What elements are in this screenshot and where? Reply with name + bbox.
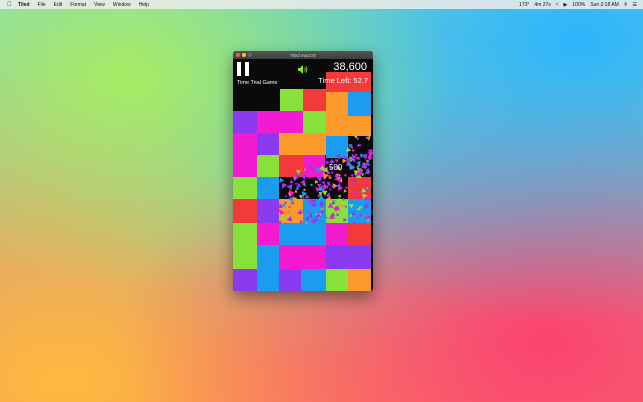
battery-status[interactable]: 100% <box>572 2 585 8</box>
shard-particle <box>351 211 357 216</box>
shard-particle <box>352 191 357 196</box>
shard-particle <box>350 174 354 178</box>
shard-particle <box>307 210 311 213</box>
shard-particle <box>307 199 312 205</box>
shard-particle <box>300 174 307 180</box>
volume-icon[interactable]: ▶ <box>564 2 568 8</box>
game-board[interactable]: 38,600 Time Left: 52.7 Time Trial Game 5… <box>233 59 373 291</box>
close-button[interactable] <box>236 53 240 57</box>
spotlight-icon[interactable]: ⚲ <box>624 2 628 8</box>
window-title: Tiled macOS <box>290 52 316 58</box>
shard-particle <box>304 194 310 199</box>
shard-particle <box>339 203 345 209</box>
shard-particle <box>359 212 363 217</box>
timer-status[interactable]: 4m 27s <box>534 2 550 8</box>
shard-particle <box>336 182 342 188</box>
shard-particle <box>351 184 355 188</box>
shard-particle <box>292 216 298 221</box>
app-menu[interactable]: Tiled <box>18 2 30 8</box>
shard-particle <box>322 214 328 219</box>
shard-particle <box>348 204 354 209</box>
shard-particle <box>342 197 346 201</box>
shard-particle <box>298 195 303 199</box>
points-popup: 500 <box>329 163 343 172</box>
shard-particle <box>361 187 367 193</box>
shard-particle <box>348 143 354 149</box>
notification-center-icon[interactable]: ☰ <box>633 2 637 8</box>
shard-particle <box>276 221 282 226</box>
shard-particle <box>289 179 294 184</box>
shard-particle <box>335 212 339 217</box>
shard-particle <box>314 179 319 184</box>
menu-view[interactable]: View <box>94 2 105 8</box>
shard-particle <box>279 214 286 221</box>
shard-particle <box>311 166 317 173</box>
status-area: 173° 4m 27s ≈ ▶ 100% Sun 2:18 AM ⚲ ☰ <box>514 0 637 9</box>
game-window: Tiled macOS 38,600 Time Left: 52.7 Time … <box>233 51 373 291</box>
title-bar[interactable]: Tiled macOS <box>233 51 373 59</box>
shard-particle <box>361 173 365 177</box>
shard-particle <box>279 177 285 183</box>
shard-particle <box>356 137 360 141</box>
menu-format[interactable]: Format <box>70 2 86 8</box>
shard-particle <box>337 194 341 198</box>
shard-particle <box>311 199 317 204</box>
shard-particle <box>350 178 354 182</box>
menu-bar:  Tiled File Edit Format View Window Hel… <box>0 0 643 9</box>
shard-particle <box>286 216 293 222</box>
shard-particle <box>302 196 305 200</box>
shard-particle <box>368 197 371 201</box>
menu-help[interactable]: Help <box>139 2 149 8</box>
temperature-status[interactable]: 173° <box>519 2 529 8</box>
shard-particle <box>344 205 347 208</box>
shard-particle <box>343 189 347 193</box>
shard-particle <box>304 205 311 211</box>
shard-particle <box>299 219 303 224</box>
shard-particle <box>305 221 308 225</box>
shard-particle <box>294 189 298 193</box>
shard-particle <box>304 168 307 171</box>
shard-particle <box>310 203 314 207</box>
menu-file[interactable]: File <box>38 2 46 8</box>
shard-particle <box>326 220 330 223</box>
shard-particle <box>345 186 349 190</box>
shard-particle <box>343 173 347 177</box>
shard-particle <box>347 143 351 147</box>
clock[interactable]: Sun 2:18 AM <box>590 2 619 8</box>
shard-particle <box>286 184 293 191</box>
shard-particle <box>294 182 298 186</box>
shard-particle <box>307 164 312 170</box>
shard-particle <box>353 178 358 183</box>
apple-menu-icon[interactable]:  <box>7 2 12 8</box>
menu-window[interactable]: Window <box>113 2 131 8</box>
shatter-particles <box>276 135 373 226</box>
shard-particle <box>364 182 369 187</box>
shard-particle <box>284 194 288 198</box>
shard-particle <box>343 218 347 222</box>
zoom-button[interactable] <box>248 53 252 57</box>
shard-particle <box>364 203 370 210</box>
shard-particle <box>310 183 313 187</box>
wifi-icon[interactable]: ≈ <box>556 2 559 8</box>
shard-particle <box>303 188 307 192</box>
shard-particle <box>308 176 311 179</box>
shard-particle <box>318 217 323 221</box>
menu-edit[interactable]: Edit <box>54 2 63 8</box>
shard-particle <box>321 180 325 185</box>
shard-particle <box>305 216 310 221</box>
shard-particle <box>313 217 319 223</box>
shard-particle <box>328 187 332 191</box>
shard-particle <box>352 148 356 152</box>
shard-particle <box>358 196 363 201</box>
shard-particle <box>359 188 363 191</box>
minimize-button[interactable] <box>242 53 246 57</box>
shard-particle <box>365 135 371 141</box>
shard-particle <box>319 203 325 209</box>
